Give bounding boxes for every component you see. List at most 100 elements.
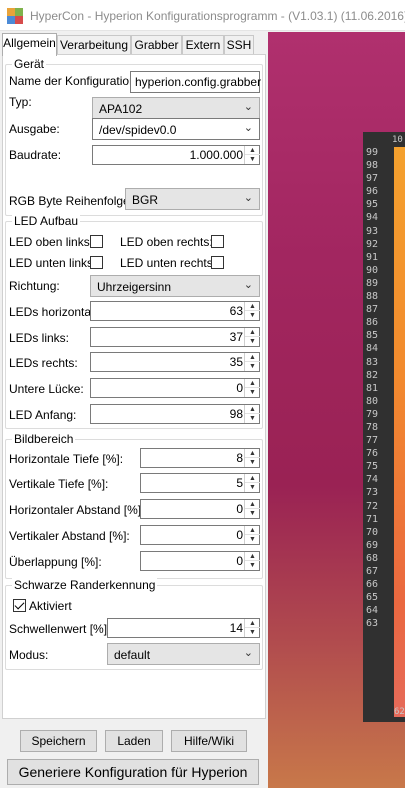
spin-up-icon[interactable]: ▲: [245, 552, 260, 561]
vertikale-tiefe-spinbox[interactable]: 5 ▲ ▼: [140, 473, 260, 493]
leds-horizontal-spinbox[interactable]: 63 ▲ ▼: [90, 301, 260, 321]
spin-arrows[interactable]: ▲ ▼: [244, 379, 260, 397]
spin-down-icon[interactable]: ▼: [245, 561, 260, 570]
led-number: 66: [366, 579, 379, 591]
vertikaler-abstand-value: 0: [236, 528, 243, 542]
spin-down-icon[interactable]: ▼: [245, 388, 260, 397]
vertikaler-abstand-spinbox[interactable]: 0 ▲ ▼: [140, 525, 260, 545]
spin-down-icon[interactable]: ▼: [245, 628, 260, 637]
schwellenwert-spinbox[interactable]: 14 ▲ ▼: [107, 618, 260, 638]
horizontale-tiefe-spinbox[interactable]: 8 ▲ ▼: [140, 448, 260, 468]
led-oben-rechts-checkbox[interactable]: [211, 235, 224, 248]
spin-up-icon[interactable]: ▲: [245, 619, 260, 628]
rgb-order-dropdown[interactable]: BGR ⌄: [125, 188, 260, 210]
horizontaler-abstand-spinbox[interactable]: 0 ▲ ▼: [140, 499, 260, 519]
tab-extern[interactable]: Extern: [182, 35, 224, 55]
speichern-button[interactable]: Speichern: [20, 730, 97, 752]
aktiviert-checkbox[interactable]: [13, 599, 26, 612]
spin-arrows[interactable]: ▲ ▼: [244, 552, 260, 570]
label-untere-luecke: Untere Lücke:: [9, 382, 84, 396]
spin-down-icon[interactable]: ▼: [245, 483, 260, 492]
led-anfang-spinbox[interactable]: 98 ▲ ▼: [90, 404, 260, 424]
led-number: 83: [366, 356, 379, 368]
spin-arrows[interactable]: ▲ ▼: [244, 146, 260, 164]
led-number: 90: [366, 264, 379, 276]
spin-down-icon[interactable]: ▼: [245, 414, 260, 423]
spin-up-icon[interactable]: ▲: [245, 500, 260, 509]
hypercon-app-icon: [7, 8, 23, 24]
spin-up-icon[interactable]: ▲: [245, 379, 260, 388]
baudrate-spinbox[interactable]: 1.000.000 ▲ ▼: [92, 145, 260, 165]
tab-grabber[interactable]: Grabber: [131, 35, 182, 55]
ueberlappung-spinbox[interactable]: 0 ▲ ▼: [140, 551, 260, 571]
led-number: 67: [366, 566, 379, 577]
spin-up-icon[interactable]: ▲: [245, 353, 260, 362]
label-aktiviert: Aktiviert: [29, 599, 72, 613]
spin-arrows[interactable]: ▲ ▼: [244, 500, 260, 518]
spin-arrows[interactable]: ▲ ▼: [244, 526, 260, 544]
led-number: 72: [366, 500, 379, 512]
leds-rechts-spinbox[interactable]: 35 ▲ ▼: [90, 352, 260, 372]
group-title-led-aufbau: LED Aufbau: [12, 214, 81, 228]
spin-down-icon[interactable]: ▼: [245, 311, 260, 320]
led-number: 69: [366, 539, 379, 551]
spin-arrows[interactable]: ▲ ▼: [244, 302, 260, 320]
led-number: 92: [366, 238, 379, 250]
led-number: 75: [366, 461, 379, 473]
spin-down-icon[interactable]: ▼: [245, 362, 260, 371]
led-number: 82: [366, 369, 379, 381]
typ-value: APA102: [99, 102, 143, 116]
spin-arrows[interactable]: ▲ ▼: [244, 353, 260, 371]
label-led-oben-rechts: LED oben rechts:: [120, 235, 213, 249]
typ-dropdown[interactable]: APA102 ⌄: [92, 97, 260, 119]
spin-down-icon[interactable]: ▼: [245, 458, 260, 467]
ueberlappung-value: 0: [236, 554, 243, 568]
spin-up-icon[interactable]: ▲: [245, 146, 260, 155]
spin-up-icon[interactable]: ▲: [245, 328, 260, 337]
spin-arrows[interactable]: ▲ ▼: [244, 449, 260, 467]
ausgabe-dropdown[interactable]: /dev/spidev0.0 ⌄: [92, 118, 260, 140]
spin-down-icon[interactable]: ▼: [245, 535, 260, 544]
tab-verarbeitung[interactable]: Verarbeitung: [57, 35, 131, 55]
spin-down-icon[interactable]: ▼: [245, 509, 260, 518]
untere-luecke-spinbox[interactable]: 0 ▲ ▼: [90, 378, 260, 398]
config-name-input[interactable]: hyperion.config.grabber: [130, 71, 261, 93]
led-number: 79: [366, 408, 379, 420]
tab-allgemein[interactable]: Allgemein: [2, 33, 57, 56]
modus-dropdown[interactable]: default ⌄: [107, 643, 260, 665]
led-number: 96: [366, 186, 379, 198]
spin-up-icon[interactable]: ▲: [245, 405, 260, 414]
spin-arrows[interactable]: ▲ ▼: [244, 328, 260, 346]
led-unten-rechts-checkbox[interactable]: [211, 256, 224, 269]
led-unten-links-checkbox[interactable]: [90, 256, 103, 269]
spin-arrows[interactable]: ▲ ▼: [244, 474, 260, 492]
led-number: 91: [366, 251, 379, 263]
group-title-geraet: Gerät: [12, 57, 47, 71]
leds-links-spinbox[interactable]: 37 ▲ ▼: [90, 327, 260, 347]
spin-down-icon[interactable]: ▼: [245, 337, 260, 346]
spin-up-icon[interactable]: ▲: [245, 474, 260, 483]
tab-ssh[interactable]: SSH: [224, 35, 254, 55]
richtung-dropdown[interactable]: Uhrzeigersinn ⌄: [90, 275, 260, 297]
led-number: 99: [366, 147, 379, 158]
spin-arrows[interactable]: ▲ ▼: [244, 405, 260, 423]
rgb-order-value: BGR: [132, 193, 159, 207]
label-led-oben-links: LED oben links:: [9, 235, 94, 249]
led-oben-links-checkbox[interactable]: [90, 235, 103, 248]
horizontale-tiefe-value: 8: [236, 451, 243, 465]
chevron-down-icon: ⌄: [243, 192, 253, 204]
label-rgb-order: RGB Byte Reihenfolge:: [9, 194, 134, 208]
spin-up-icon[interactable]: ▲: [245, 526, 260, 535]
spin-up-icon[interactable]: ▲: [245, 302, 260, 311]
hilfe-wiki-button[interactable]: Hilfe/Wiki: [171, 730, 247, 752]
spin-up-icon[interactable]: ▲: [245, 449, 260, 458]
generate-config-button[interactable]: Generiere Konfiguration für Hyperion: [7, 759, 259, 785]
led-number: 74: [366, 474, 379, 486]
led-number: 65: [366, 592, 379, 604]
label-led-unten-rechts: LED unten rechts:: [120, 256, 217, 270]
laden-button[interactable]: Laden: [105, 730, 163, 752]
leds-horizontal-value: 63: [229, 304, 243, 318]
ausgabe-value: /dev/spidev0.0: [99, 123, 177, 137]
spin-arrows[interactable]: ▲ ▼: [244, 619, 260, 637]
spin-down-icon[interactable]: ▼: [245, 155, 260, 164]
